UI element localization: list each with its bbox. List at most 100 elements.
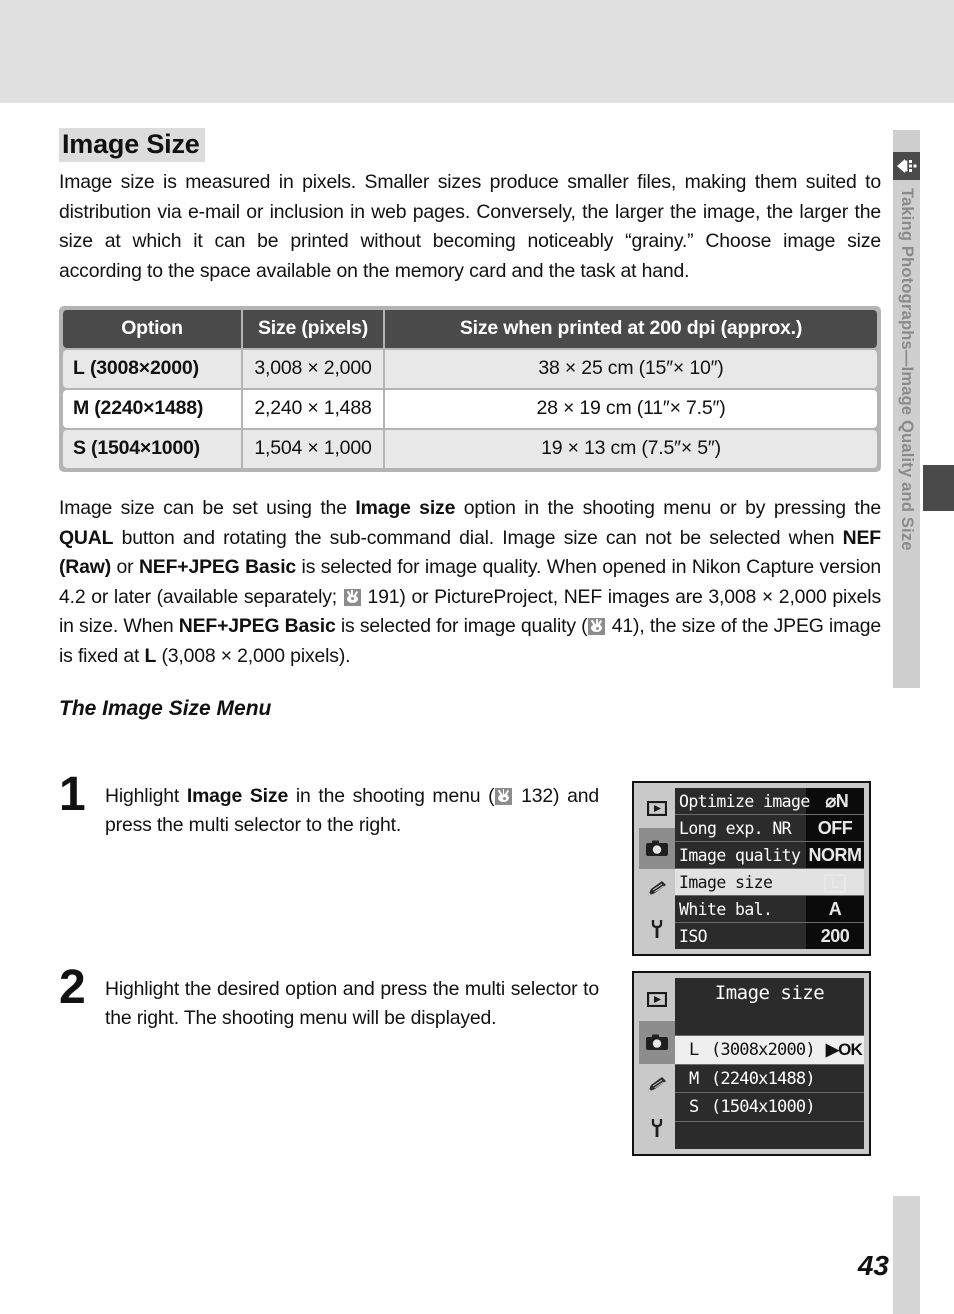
lcd-option[interactable]: S (1504x1000) — [675, 1093, 864, 1122]
bold-run: QUAL — [59, 526, 114, 549]
cell-printed-size: 19 × 13 cm (7.5″× 5″) — [385, 430, 877, 468]
step-number: 1 — [59, 768, 86, 821]
cross-reference-page: 132 — [521, 785, 554, 807]
bookmark-eye-icon — [588, 618, 606, 635]
step-text: Highlight Image Size in the shooting men… — [105, 782, 599, 840]
detail-paragraph: Image size can be set using the Image si… — [59, 494, 881, 671]
lcd-menu-item[interactable]: Long exp. NR OFF — [675, 815, 864, 842]
lcd-item-value: L — [806, 872, 864, 893]
lcd-item-label: Long exp. NR — [679, 818, 792, 838]
bold-run: Image size — [355, 497, 456, 519]
wrench-icon[interactable] — [639, 909, 675, 949]
table-header-row: Option Size (pixels) Size when printed a… — [63, 310, 877, 348]
cell-option: L (3008×2000) — [63, 350, 241, 388]
step-text: Highlight the desired option and press t… — [105, 978, 599, 1029]
table-header-size-pixels: Size (pixels) — [243, 310, 383, 348]
lcd-image-size-menu: Image size L (3008x2000) ▶OK M (2240x148… — [632, 971, 871, 1156]
option-letter: L — [73, 357, 85, 379]
lcd-menu-title: Image size — [675, 978, 864, 1008]
bold-run: NEF+JPEG Basic — [178, 615, 336, 637]
ok-indicator: ▶OK — [825, 1040, 863, 1060]
lcd-shooting-menu: Optimize image ⌀N Long exp. NR OFF Image… — [632, 781, 871, 956]
lcd-option-code: S — [689, 1096, 699, 1117]
text-run: Image size can be set using the — [59, 497, 356, 519]
cell-size-pixels: 1,504 × 1,000 — [243, 430, 383, 468]
subheading: The Image Size Menu — [59, 697, 272, 720]
page-title: Image Size — [59, 128, 205, 162]
playback-icon[interactable] — [639, 788, 675, 828]
lcd-option-label: (2240x1488) — [711, 1068, 816, 1089]
bold-run: NEF+JPEG Basic — [138, 556, 297, 578]
bottom-tab-rail — [893, 1196, 920, 1314]
lcd-item-value: 200 — [820, 925, 850, 946]
image-size-table: Option Size (pixels) Size when printed a… — [59, 306, 881, 472]
lcd-option-label: (1504x1000) — [711, 1096, 816, 1117]
table-header-option: Option — [63, 310, 241, 348]
lcd-menu-item-selected[interactable]: Image size L — [675, 869, 864, 896]
lcd-option-code: L — [689, 1040, 699, 1061]
lcd-item-label: Optimize image — [679, 791, 810, 811]
camera-icon[interactable] — [639, 828, 675, 869]
table-header-printed-size: Size when printed at 200 dpi (approx.) — [385, 310, 877, 348]
lcd-option-code: M — [689, 1068, 699, 1089]
camera-icon[interactable] — [639, 1020, 675, 1064]
lcd-item-label: White bal. — [679, 899, 773, 919]
lcd-item-label: Image size — [679, 872, 773, 892]
option-dims: (2240×1488) — [94, 397, 204, 419]
lcd-item-value: NORM — [808, 844, 863, 865]
lcd-option[interactable]: M (2240x1488) — [675, 1065, 864, 1094]
cell-printed-size: 28 × 19 cm (11″× 7.5″) — [385, 390, 877, 428]
option-dims: (3008×2000) — [89, 357, 199, 379]
step-2: 2 Highlight the desired option and press… — [59, 964, 599, 1035]
page-content: Image Size Image size is measured in pix… — [59, 128, 881, 729]
text-run: (3,008 × 2,000 pixels). — [156, 644, 351, 667]
text-run: button and rotating the sub-command dial… — [113, 526, 843, 549]
section-tab-label: Taking Photographs—Image Quality and Siz… — [898, 188, 916, 551]
text-run: in the shooting menu ( — [288, 785, 495, 807]
bookmark-eye-icon — [343, 588, 361, 606]
cell-printed-size: 38 × 25 cm (15″× 10″) — [385, 350, 877, 388]
lcd-option-blank — [675, 1008, 864, 1037]
table-row: M (2240×1488) 2,240 × 1,488 28 × 19 cm (… — [63, 390, 877, 428]
top-margin-band — [0, 0, 954, 103]
pencil-icon[interactable] — [639, 869, 675, 909]
intro-paragraph: Image size is measured in pixels. Smalle… — [59, 171, 881, 282]
option-letter: S — [73, 437, 86, 459]
cell-size-pixels: 3,008 × 2,000 — [243, 350, 383, 388]
text-run: is selected for image quality ( — [335, 615, 588, 637]
text-run: option in the shooting menu or by pressi… — [455, 497, 881, 519]
lcd-option-blank — [675, 1122, 864, 1149]
multi-selector-icon — [893, 152, 920, 180]
image-size-l-badge: L — [823, 873, 847, 893]
table-row: L (3008×2000) 3,008 × 2,000 38 × 25 cm (… — [63, 350, 877, 388]
bold-run: Image Size — [186, 785, 289, 807]
option-letter: M — [73, 397, 90, 419]
lcd-item-label: Image quality — [679, 845, 801, 865]
lcd-option-selected[interactable]: L (3008x2000) ▶OK — [675, 1036, 864, 1065]
option-dims: (1504×1000) — [91, 437, 200, 459]
page-number: 43 — [857, 1250, 889, 1281]
text-run: or — [111, 556, 139, 578]
lcd-item-value: A — [828, 898, 842, 919]
lcd-menu-item[interactable]: ISO 200 — [675, 923, 864, 949]
cell-size-pixels: 2,240 × 1,488 — [243, 390, 383, 428]
lcd-menu-item[interactable]: White bal. A — [675, 896, 864, 923]
lcd-menu-item[interactable]: Image quality NORM — [675, 842, 864, 869]
lcd-option-list: L (3008x2000) ▶OK M (2240x1488) S (1504x… — [675, 1008, 864, 1149]
cross-reference-page: 191 — [367, 585, 400, 608]
cross-reference-page: 41 — [611, 615, 634, 637]
lcd-item-value: OFF — [817, 817, 853, 838]
lcd-menu-item[interactable]: Optimize image ⌀N — [675, 788, 864, 815]
pencil-icon[interactable] — [639, 1064, 675, 1107]
bookmark-eye-icon — [495, 788, 513, 805]
wrench-icon[interactable] — [639, 1106, 675, 1149]
bold-run: L — [144, 644, 157, 667]
section-tab-marker — [923, 465, 954, 511]
playback-icon[interactable] — [639, 978, 675, 1021]
table-row: S (1504×1000) 1,504 × 1,000 19 × 13 cm (… — [63, 430, 877, 468]
cell-option: S (1504×1000) — [63, 430, 241, 468]
lcd-option-label: (3008x2000) — [711, 1040, 816, 1061]
step-number: 2 — [59, 961, 86, 1014]
lcd-icon-strip — [639, 788, 675, 949]
cell-option: M (2240×1488) — [63, 390, 241, 428]
